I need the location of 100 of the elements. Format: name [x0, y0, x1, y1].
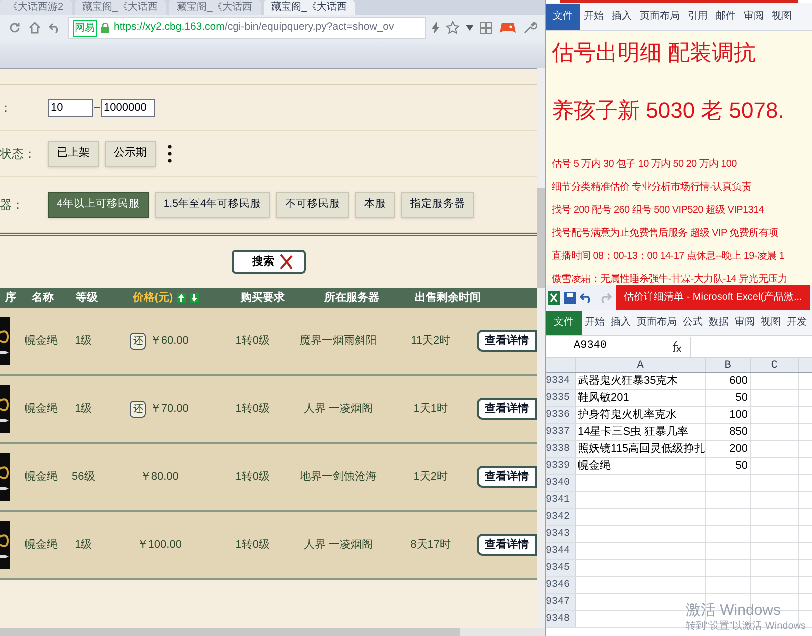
server-filter-button[interactable]: 1.5年至4年可移民服	[154, 192, 270, 218]
ribbon-tab[interactable]: 引用	[684, 4, 712, 30]
document-heading: 养孩子新 5030 老 5078.	[552, 97, 784, 125]
function-icon[interactable]	[670, 340, 682, 352]
ribbon-tab[interactable]: 开发	[784, 310, 810, 334]
status-filter-button[interactable]: 已上架	[48, 140, 99, 166]
browser-tab[interactable]: 藏宝阁_《大话西	[169, 0, 261, 15]
ribbon-tab[interactable]: 开始	[580, 4, 608, 30]
ribbon-tab[interactable]: 视图	[768, 4, 796, 30]
item-level: 1级	[75, 538, 92, 553]
scrollbar-thumb[interactable]	[0, 628, 460, 636]
row-number: 9334	[546, 374, 570, 388]
filter-label: 状态：	[0, 146, 37, 162]
ribbon-tab[interactable]: 插入	[608, 4, 636, 30]
column-header[interactable]: B	[724, 358, 732, 372]
refresh-icon[interactable]	[8, 21, 22, 35]
row-number: 9340	[546, 476, 570, 490]
star-icon[interactable]	[446, 21, 460, 35]
item-level: 56级	[72, 470, 96, 485]
column-header[interactable]: 所在服务器	[324, 290, 380, 306]
column-header[interactable]: 出售剩余时间	[415, 290, 481, 306]
activation-message: 转到“设置”以激活 Windows	[686, 620, 806, 634]
browser-tab[interactable]: 《大话西游2	[0, 0, 72, 15]
column-header[interactable]: 价格(元)	[132, 290, 174, 306]
item-time-left: 1天2时	[414, 470, 448, 485]
document-line: 傲雪凌霜：无属性睡杀强牛-甘霖-大力队-14 异光无压力	[552, 272, 788, 285]
filter-label: 器：	[0, 196, 25, 214]
grid-icon[interactable]	[480, 22, 493, 34]
column-header[interactable]: 名称	[32, 290, 54, 306]
gamepad-icon[interactable]	[499, 21, 517, 35]
server-filter-button[interactable]: 指定服务器	[401, 192, 474, 218]
dropdown-icon[interactable]	[466, 25, 474, 31]
scrollbar-thumb[interactable]	[537, 188, 545, 288]
spreadsheet-cell-text: 幌金绳	[578, 458, 611, 474]
row-number: 9336	[546, 408, 570, 422]
row-number: 9339	[546, 460, 570, 474]
server-filter-button[interactable]: 不可移民服	[276, 192, 350, 218]
spreadsheet-cell-text: 50	[736, 390, 748, 406]
item-time-left: 8天17时	[410, 538, 452, 553]
ribbon-tab[interactable]: 数据	[706, 310, 732, 334]
ribbon-tab[interactable]: 开始	[582, 310, 608, 334]
server-filter-button[interactable]: 本服	[355, 192, 396, 218]
document-line: 估号 5 万内 30 包子 10 万内 50 20 万内 100	[552, 158, 737, 172]
lightning-icon[interactable]	[432, 22, 440, 34]
price-max-field[interactable]: 1000000	[101, 98, 155, 116]
address-bar[interactable]: 网易 https://xy2.cbg.163.com/cgi-bin/equipquery.py?act=show_ov	[68, 17, 426, 39]
status-filter-button[interactable]: 公示期	[105, 140, 156, 166]
server-filter-button[interactable]: 4年以上可移民服	[48, 192, 149, 218]
column-header[interactable]: 购买要求	[241, 290, 285, 306]
wrench-icon[interactable]	[523, 21, 537, 35]
filter-label: ：	[0, 100, 13, 116]
view-details-button[interactable]: 查看详情	[477, 466, 537, 488]
item-price: ￥80.00	[140, 470, 179, 485]
sort-ascending-icon[interactable]	[177, 293, 186, 303]
view-details-button[interactable]: 查看详情	[477, 398, 537, 420]
item-requirement: 1转0级	[236, 402, 270, 417]
item-name: 幌金绳	[24, 402, 58, 417]
ribbon-tab[interactable]: 页面布局	[634, 310, 680, 334]
row-number: 9338	[546, 442, 570, 456]
activation-title: 激活 Windows	[686, 602, 782, 620]
row-number: 9335	[546, 392, 570, 406]
row-number: 9348	[546, 612, 570, 626]
item-time-left: 1天1时	[414, 402, 448, 417]
spreadsheet-cell-text: 护身符鬼火机率克水	[578, 408, 677, 423]
row-number: 9346	[546, 578, 570, 592]
ribbon-tab[interactable]: 文件	[546, 4, 580, 30]
ribbon-tab[interactable]: 视图	[758, 310, 784, 334]
item-name: 幌金绳	[24, 538, 58, 553]
ribbon-tab[interactable]: 插入	[608, 310, 634, 334]
column-header[interactable]: 序	[6, 290, 16, 306]
column-header[interactable]: A	[637, 358, 644, 372]
ribbon-tab[interactable]: 邮件	[712, 4, 740, 30]
row-number: 9344	[546, 544, 570, 558]
ribbon-tab[interactable]: 文件	[546, 310, 582, 334]
item-level: 1级	[75, 402, 92, 417]
view-details-button[interactable]: 查看详情	[477, 330, 537, 352]
item-server: 人界 一凌烟阁	[304, 538, 374, 553]
sort-descending-icon[interactable]	[190, 293, 200, 303]
item-price: ￥70.00	[150, 402, 189, 417]
ribbon-tab[interactable]: 公式	[680, 310, 706, 334]
spreadsheet-cell-text: 100	[730, 408, 748, 423]
browser-tab[interactable]: 藏宝阁_《大话西	[74, 0, 166, 15]
home-icon[interactable]	[28, 21, 42, 35]
name-box[interactable]: A9340	[546, 338, 646, 356]
search-button[interactable]: 搜索	[232, 250, 306, 274]
save-icon[interactable]	[564, 292, 576, 304]
row-number: 9342	[546, 510, 570, 524]
spreadsheet-cell-text: 照妖镜115高回灵低级挣扎	[578, 442, 706, 457]
spreadsheet-cell-text: 50	[736, 458, 748, 474]
column-header[interactable]: C	[771, 358, 778, 372]
browser-tab[interactable]: 藏宝阁_《大话西	[264, 0, 356, 15]
ribbon-tab[interactable]: 审阅	[740, 4, 768, 30]
certificate-badge: 网易	[73, 20, 97, 36]
column-header[interactable]: 等级	[76, 290, 98, 306]
ribbon-tab[interactable]: 审阅	[732, 310, 758, 334]
view-details-button[interactable]: 查看详情	[477, 534, 537, 556]
ribbon-tab[interactable]: 页面布局	[636, 4, 684, 30]
price-min-field[interactable]: 10	[48, 98, 93, 116]
document-heading: 估号出明细 配装调抗	[552, 39, 756, 67]
more-icon[interactable]	[168, 144, 172, 162]
